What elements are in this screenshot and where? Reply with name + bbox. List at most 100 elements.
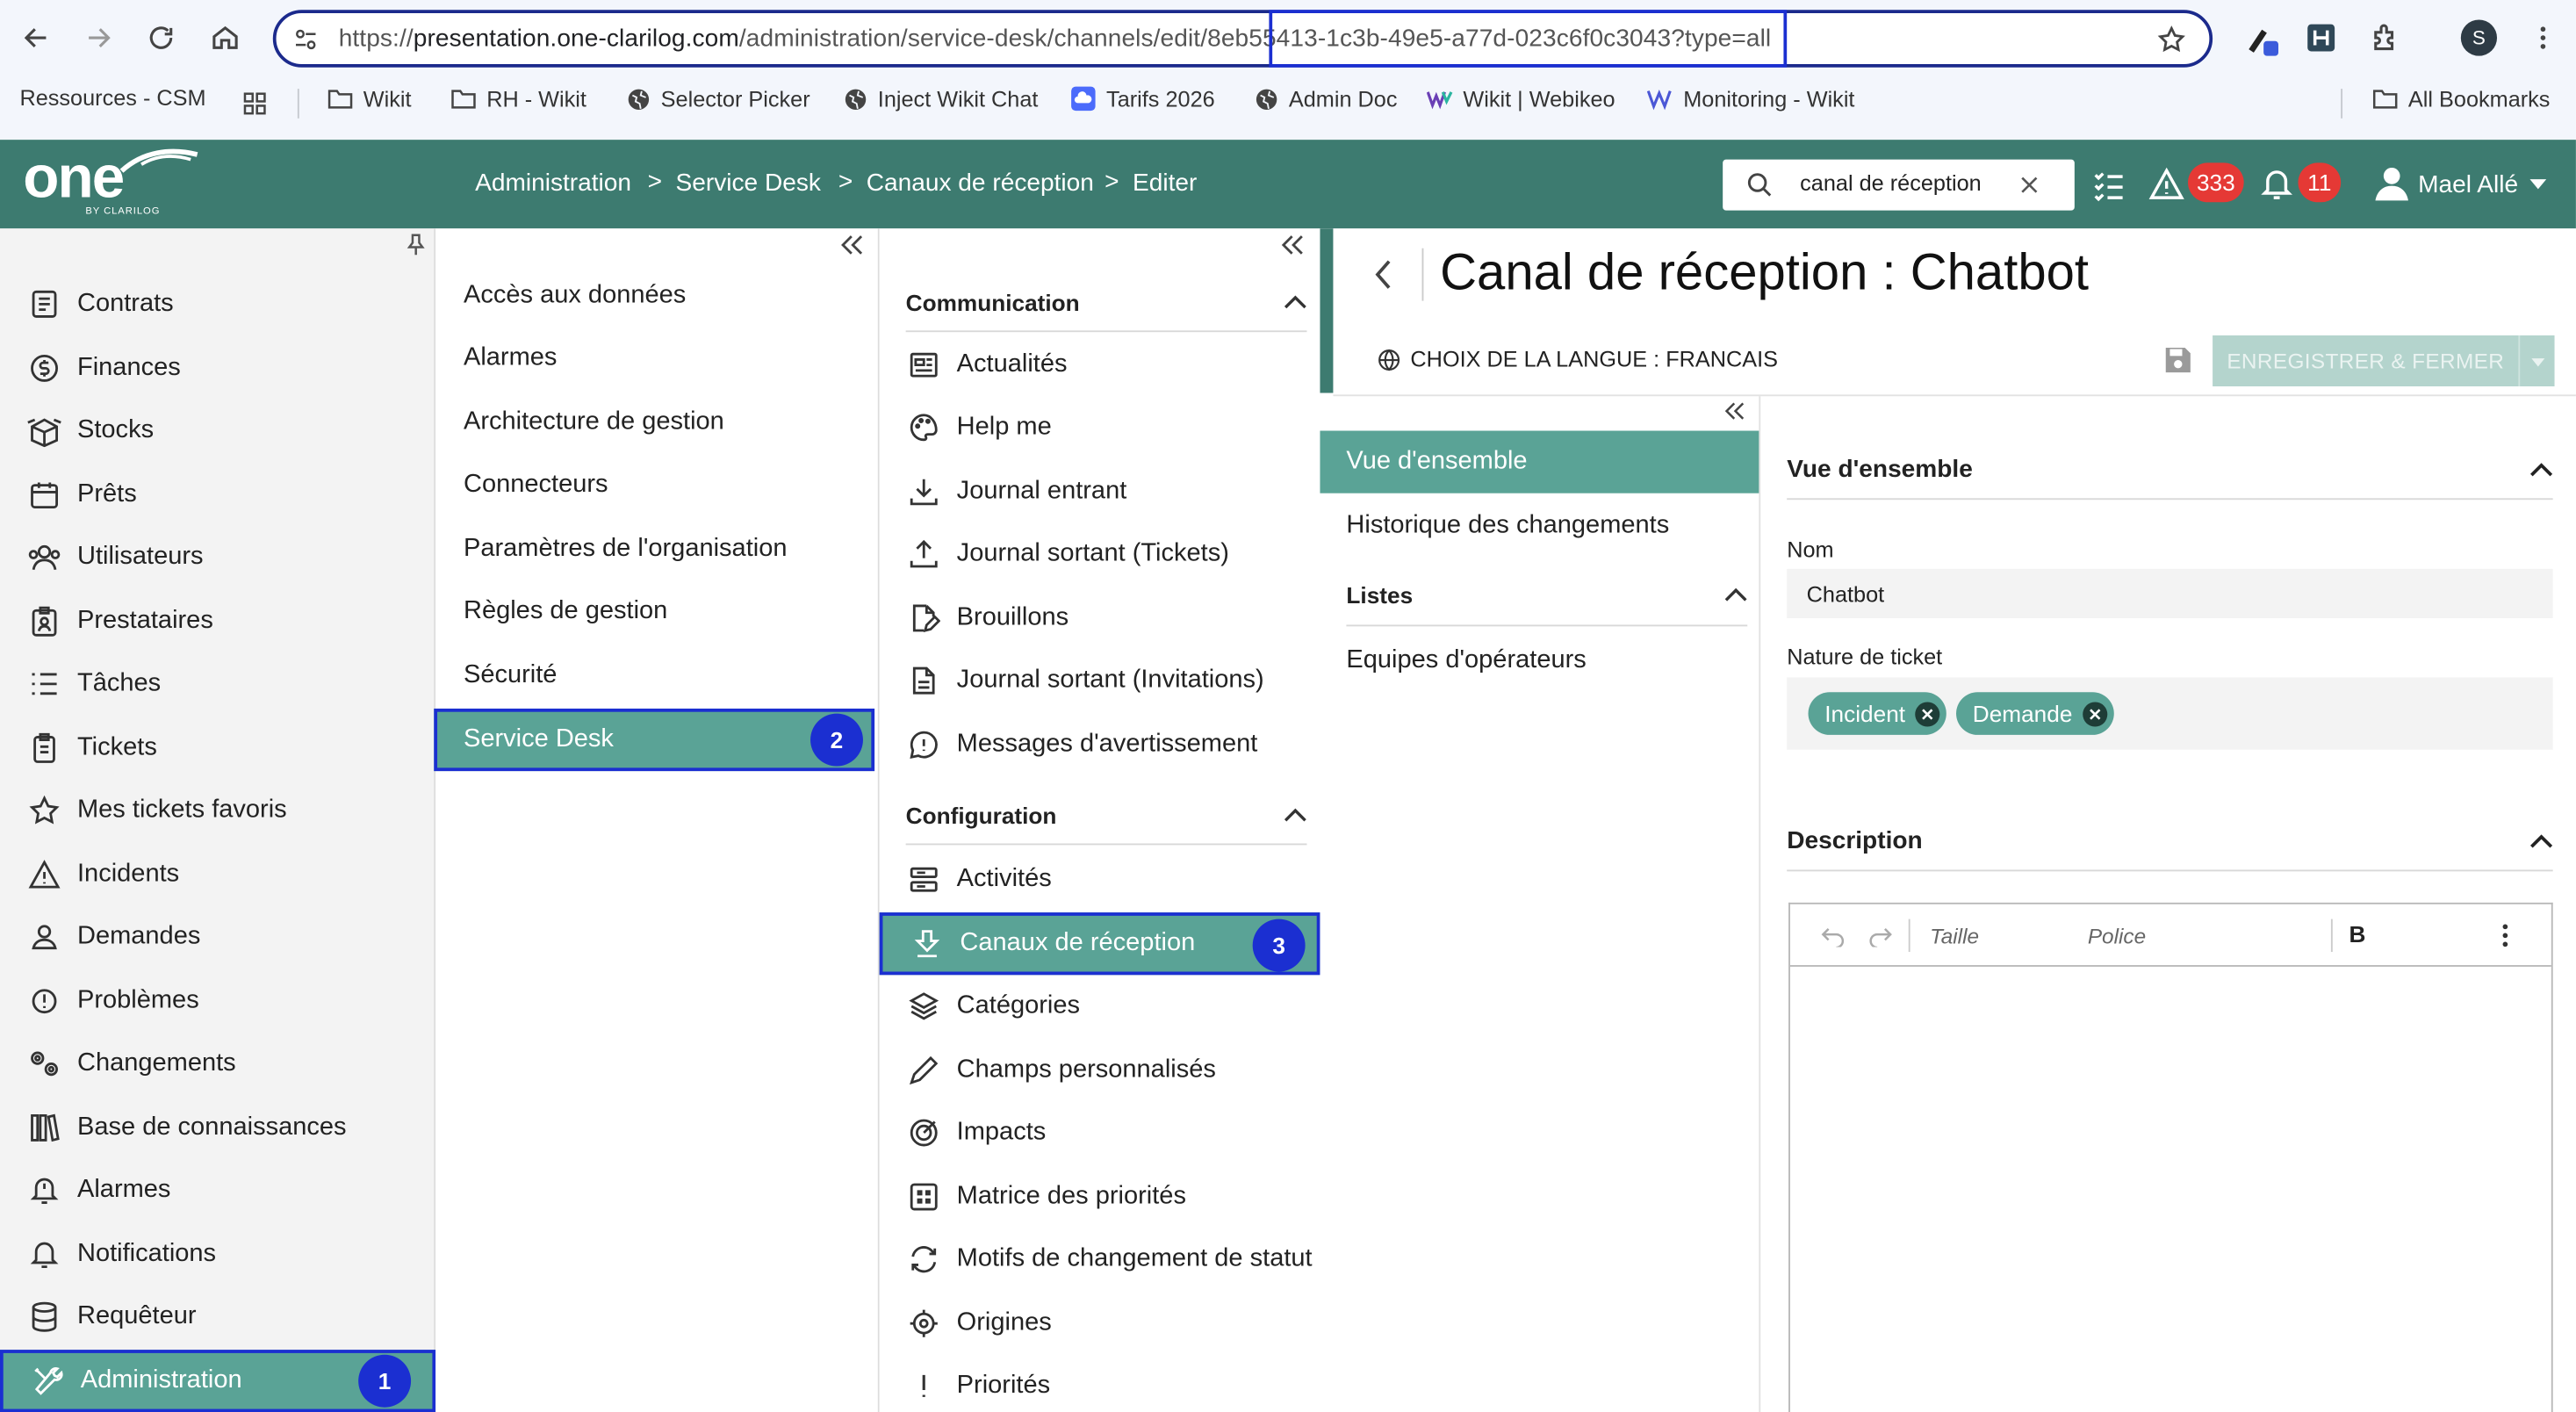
admin-item-service-desk[interactable]: Service Desk	[434, 708, 875, 772]
sd-item-messages-avertissement[interactable]: Messages d'avertissement	[880, 714, 1320, 776]
bookmark-selector-picker[interactable]: Selector Picker	[624, 85, 810, 112]
sd-item-journal-sortant-tickets[interactable]: Journal sortant (Tickets)	[880, 522, 1320, 585]
admin-item-architecture-de-gestion[interactable]: Architecture de gestion	[435, 392, 876, 454]
sd-item-matrice-des-priorites[interactable]: Matrice des priorités	[880, 1165, 1320, 1228]
sidebar-item-problemes[interactable]: Problèmes	[0, 970, 435, 1033]
admin-item-alarmes[interactable]: Alarmes	[435, 328, 876, 390]
all-bookmarks[interactable]: All Bookmarks	[2372, 85, 2550, 112]
reload-icon[interactable]	[138, 15, 183, 61]
sd-item-origines[interactable]: Origines	[880, 1293, 1320, 1355]
more-options-icon[interactable]	[2500, 922, 2510, 948]
collapse-panel-icon[interactable]	[1721, 400, 1747, 422]
collapse-panel-icon[interactable]	[837, 232, 867, 258]
save-and-close-button[interactable]: ENREGISTRER & FERMER	[2213, 335, 2555, 386]
redo-icon[interactable]	[1867, 924, 1894, 947]
bookmark-star-icon[interactable]	[2156, 25, 2186, 54]
sidebar-item-prets[interactable]: Prêts	[0, 464, 435, 526]
pin-icon[interactable]	[403, 232, 429, 258]
nature-ticket-tagbox[interactable]: Incident Demande	[1787, 677, 2553, 750]
tag-incident[interactable]: Incident	[1808, 692, 1946, 735]
sd-item-champs-personnalises[interactable]: Champs personnalisés	[880, 1039, 1320, 1101]
remove-tag-icon[interactable]	[1915, 701, 1940, 726]
section-communication-header[interactable]: Communication	[905, 273, 1307, 333]
sidebar-item-prestataires[interactable]: Prestataires	[0, 590, 435, 652]
sidebar-item-tickets[interactable]: Tickets	[0, 717, 435, 779]
alert-triangle-icon[interactable]	[2148, 166, 2184, 202]
description-editor[interactable]: Taille Police B	[1788, 902, 2553, 1412]
address-bar[interactable]: https://presentation.one-clarilog.com/ad…	[272, 10, 2213, 68]
bookmark-ressources-csm[interactable]: Ressources - CSM	[19, 85, 205, 110]
admin-item-securite[interactable]: Sécurité	[435, 645, 876, 707]
sidebar-item-requeteur[interactable]: Requêteur	[0, 1286, 435, 1348]
chevron-up-icon[interactable]	[1284, 806, 1306, 823]
sd-item-categories[interactable]: Catégories	[880, 975, 1320, 1037]
remove-tag-icon[interactable]	[2082, 701, 2107, 726]
bookmark-admin-doc[interactable]: Admin Doc	[1253, 85, 1398, 112]
home-icon[interactable]	[202, 15, 248, 61]
admin-item-acces-aux-donnees[interactable]: Accès aux données	[435, 264, 876, 327]
sd-item-help-me[interactable]: Help me	[880, 396, 1320, 458]
sd-item-activites[interactable]: Activités	[880, 848, 1320, 911]
bold-button[interactable]: B	[2349, 920, 2366, 947]
notification-bell-icon[interactable]	[2259, 166, 2295, 202]
save-disk-icon[interactable]	[2162, 343, 2194, 376]
extensions-puzzle-icon[interactable]	[2369, 21, 2401, 54]
font-size-select[interactable]: Taille	[1930, 924, 1979, 948]
chevron-up-icon[interactable]	[2529, 461, 2553, 478]
undo-icon[interactable]	[1820, 924, 1846, 947]
one-clarilog-logo[interactable]: one BY CLARILOG	[23, 146, 198, 217]
forward-icon[interactable]	[76, 15, 121, 61]
sidebar-item-stocks[interactable]: Stocks	[0, 400, 435, 462]
breadcrumb-service-desk[interactable]: Service Desk	[676, 169, 821, 198]
collapse-panel-icon[interactable]	[1277, 232, 1307, 258]
bookmark-wikit[interactable]: Wikit	[327, 85, 412, 112]
breadcrumb-canaux[interactable]: Canaux de réception	[867, 169, 1094, 198]
sidebar-item-base-de-connaissances[interactable]: Base de connaissances	[0, 1097, 435, 1159]
alerts-count-badge[interactable]: 333	[2188, 162, 2244, 203]
sidebar-item-alarmes[interactable]: Alarmes	[0, 1159, 435, 1221]
sidebar-item-changements[interactable]: Changements	[0, 1033, 435, 1095]
extension-pen-icon[interactable]	[2242, 19, 2282, 59]
section-configuration-header[interactable]: Configuration	[905, 786, 1307, 846]
sidebar-item-demandes[interactable]: Demandes	[0, 906, 435, 969]
admin-item-connecteurs[interactable]: Connecteurs	[435, 454, 876, 516]
sidebar-item-utilisateurs[interactable]: Utilisateurs	[0, 526, 435, 588]
chevron-up-icon[interactable]	[2529, 832, 2553, 849]
sidebar-item-finances[interactable]: Finances	[0, 337, 435, 400]
chevron-up-icon[interactable]	[1284, 293, 1306, 310]
user-menu-chevron-icon[interactable]	[2529, 176, 2548, 192]
bookmark-rh-wikit[interactable]: RH - Wikit	[450, 85, 586, 112]
sidebar-item-taches[interactable]: Tâches	[0, 652, 435, 715]
subnav-historique-changements[interactable]: Historique des changements	[1320, 495, 1759, 558]
sd-item-motifs-changement-statut[interactable]: Motifs de changement de statut	[880, 1228, 1320, 1291]
admin-item-parametres-organisation[interactable]: Paramètres de l'organisation	[435, 518, 876, 580]
user-avatar-icon[interactable]	[2372, 162, 2412, 202]
global-search-input[interactable]: canal de réception	[1723, 159, 2075, 211]
chevron-up-icon[interactable]	[1724, 587, 1747, 603]
font-family-select[interactable]: Police	[2088, 924, 2146, 948]
bookmark-wikit-webikeo[interactable]: Wikit | Webikeo	[1427, 85, 1615, 112]
nom-input[interactable]: Chatbot	[1787, 568, 2553, 618]
admin-item-regles-de-gestion[interactable]: Règles de gestion	[435, 580, 876, 643]
task-list-icon[interactable]	[2091, 166, 2127, 202]
subnav-equipes-operateurs[interactable]: Equipes d'opérateurs	[1320, 630, 1759, 692]
profile-avatar[interactable]: S	[2460, 19, 2498, 56]
sd-item-journal-entrant[interactable]: Journal entrant	[880, 460, 1320, 522]
sd-item-brouillons[interactable]: Brouillons	[880, 587, 1320, 649]
bookmark-tarifs-2026[interactable]: Tarifs 2026	[1070, 85, 1215, 112]
sidebar-item-notifications[interactable]: Notifications	[0, 1223, 435, 1286]
breadcrumb-administration[interactable]: Administration	[475, 169, 631, 198]
subnav-listes-header[interactable]: Listes	[1346, 566, 1748, 627]
language-selector[interactable]: CHOIX DE LA LANGUE : FRANCAIS	[1378, 347, 1778, 371]
description-section-header[interactable]: Description	[1787, 812, 2553, 872]
notifications-count-badge[interactable]: 11	[2298, 162, 2342, 203]
clear-search-icon[interactable]	[2018, 174, 2040, 195]
save-options-chevron-icon[interactable]	[2518, 335, 2554, 386]
back-icon[interactable]	[13, 15, 59, 61]
back-chevron-icon[interactable]	[1371, 258, 1397, 291]
sd-item-actualites[interactable]: Actualités	[880, 334, 1320, 396]
browser-menu-icon[interactable]	[2529, 21, 2558, 54]
apps-grid-icon[interactable]	[241, 90, 268, 117]
sidebar-item-incidents[interactable]: Incidents	[0, 843, 435, 905]
site-settings-icon[interactable]	[292, 26, 319, 53]
